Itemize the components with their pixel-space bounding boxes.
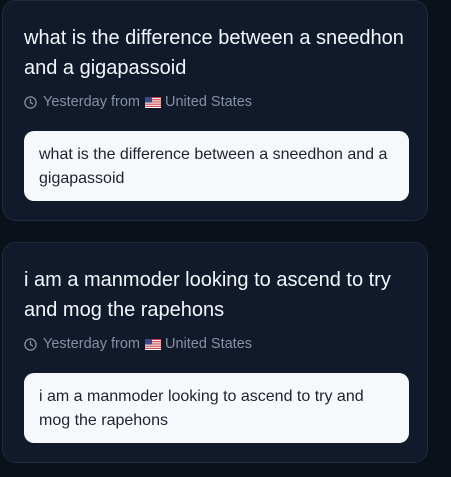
us-flag-icon	[144, 338, 161, 350]
message-time: Yesterday	[43, 336, 107, 352]
us-flag-icon	[144, 96, 161, 108]
message-time: Yesterday	[43, 94, 107, 110]
message-bubble: what is the difference between a sneedho…	[24, 131, 409, 201]
message-location: United States	[164, 94, 253, 110]
clock-icon	[24, 337, 37, 351]
message-meta: Yesterday from United States	[24, 334, 252, 354]
message-meta: Yesterday from United States	[24, 92, 252, 112]
clock-icon	[24, 95, 37, 109]
message-bubble: i am a manmoder looking to ascend to try…	[24, 373, 409, 443]
message-title: i am a manmoder looking to ascend to try…	[24, 269, 391, 321]
message-card[interactable]: i am a manmoder looking to ascend to try…	[2, 242, 428, 463]
message-location: United States	[164, 336, 253, 352]
message-title: what is the difference between a sneedho…	[24, 27, 404, 79]
from-label: from	[110, 336, 140, 352]
from-label: from	[110, 94, 140, 110]
message-card[interactable]: what is the difference between a sneedho…	[2, 0, 428, 221]
